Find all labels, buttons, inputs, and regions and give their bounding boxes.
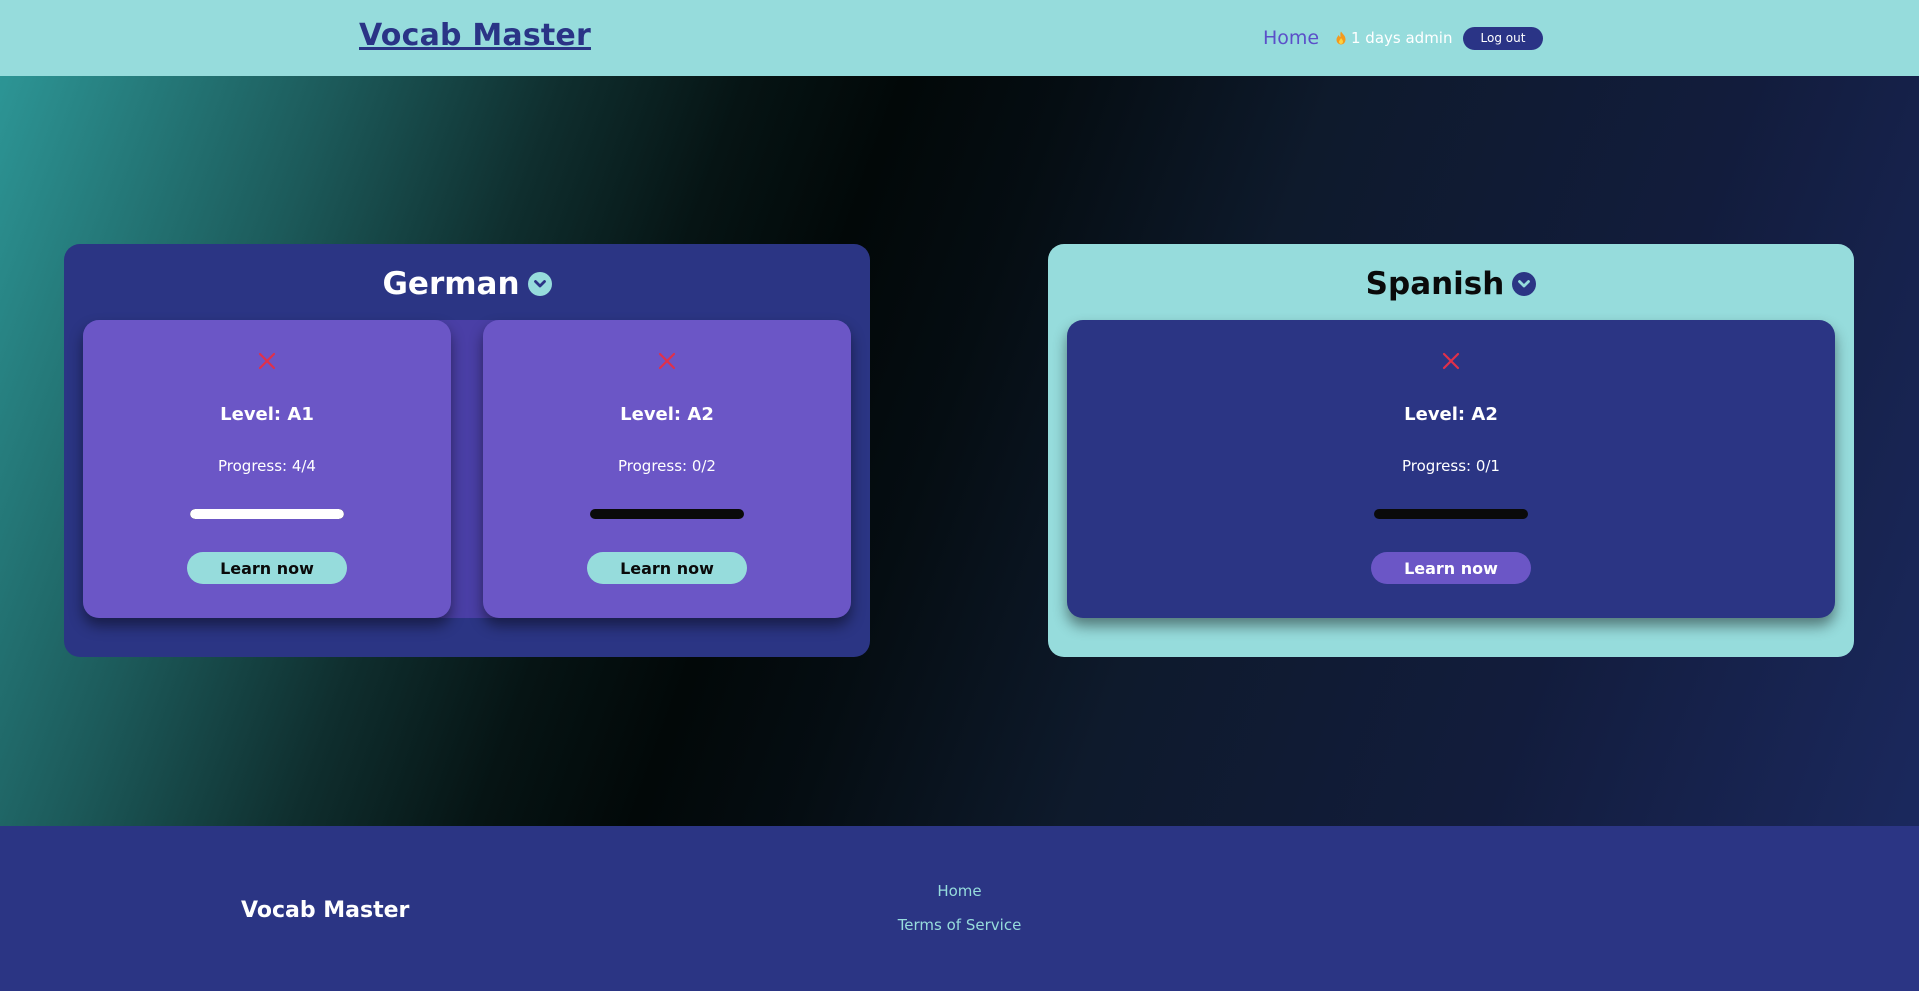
close-icon[interactable] xyxy=(1442,352,1460,370)
language-title: German xyxy=(64,266,870,302)
streak-text: 1 days admin xyxy=(1351,29,1453,47)
logout-button[interactable]: Log out xyxy=(1463,27,1543,50)
progress-bar xyxy=(190,509,344,519)
progress-bar-fill xyxy=(190,509,344,519)
level-label: Level: A1 xyxy=(220,404,314,425)
chevron-down-icon[interactable] xyxy=(527,272,552,296)
footer-terms-link[interactable]: Terms of Service xyxy=(898,916,1022,934)
learn-now-button[interactable]: Learn now xyxy=(187,552,347,584)
language-panel-german: German Level: A1 Progress: 4/4 Learn now… xyxy=(64,244,870,657)
progress-bar xyxy=(1374,509,1528,519)
language-panel-spanish: Spanish Level: A2 Progress: 0/1 Learn no… xyxy=(1048,244,1854,657)
close-icon[interactable] xyxy=(258,352,276,370)
language-name: Spanish xyxy=(1365,266,1505,302)
chevron-down-icon[interactable] xyxy=(1512,272,1537,296)
level-card: Level: A2 Progress: 0/1 Learn now xyxy=(1067,320,1835,618)
language-title: Spanish xyxy=(1048,266,1854,302)
footer-link-row-tos: Terms of Service xyxy=(0,916,1919,934)
progress-text: Progress: 4/4 xyxy=(218,457,316,475)
progress-text: Progress: 0/1 xyxy=(1402,457,1500,475)
level-label: Level: A2 xyxy=(1404,404,1498,425)
level-card: Level: A2 Progress: 0/2 Learn now xyxy=(483,320,851,618)
level-label: Level: A2 xyxy=(620,404,714,425)
top-navbar: Vocab Master Home 1 days admin Log out xyxy=(0,0,1919,76)
fire-icon xyxy=(1336,31,1346,45)
close-icon[interactable] xyxy=(658,352,676,370)
progress-text: Progress: 0/2 xyxy=(618,457,716,475)
learn-now-button[interactable]: Learn now xyxy=(1371,552,1531,584)
footer-link-row-home: Home xyxy=(0,882,1919,900)
user-streak: 1 days admin xyxy=(1334,29,1452,47)
nav-home-link[interactable]: Home xyxy=(1263,27,1319,49)
footer-home-link[interactable]: Home xyxy=(937,882,981,900)
language-name: German xyxy=(382,266,520,302)
footer: Vocab Master Home Terms of Service xyxy=(0,826,1919,991)
learn-now-button[interactable]: Learn now xyxy=(587,552,747,584)
progress-bar xyxy=(590,509,744,519)
brand-logo-link[interactable]: Vocab Master xyxy=(359,18,591,53)
level-card: Level: A1 Progress: 4/4 Learn now xyxy=(83,320,451,618)
